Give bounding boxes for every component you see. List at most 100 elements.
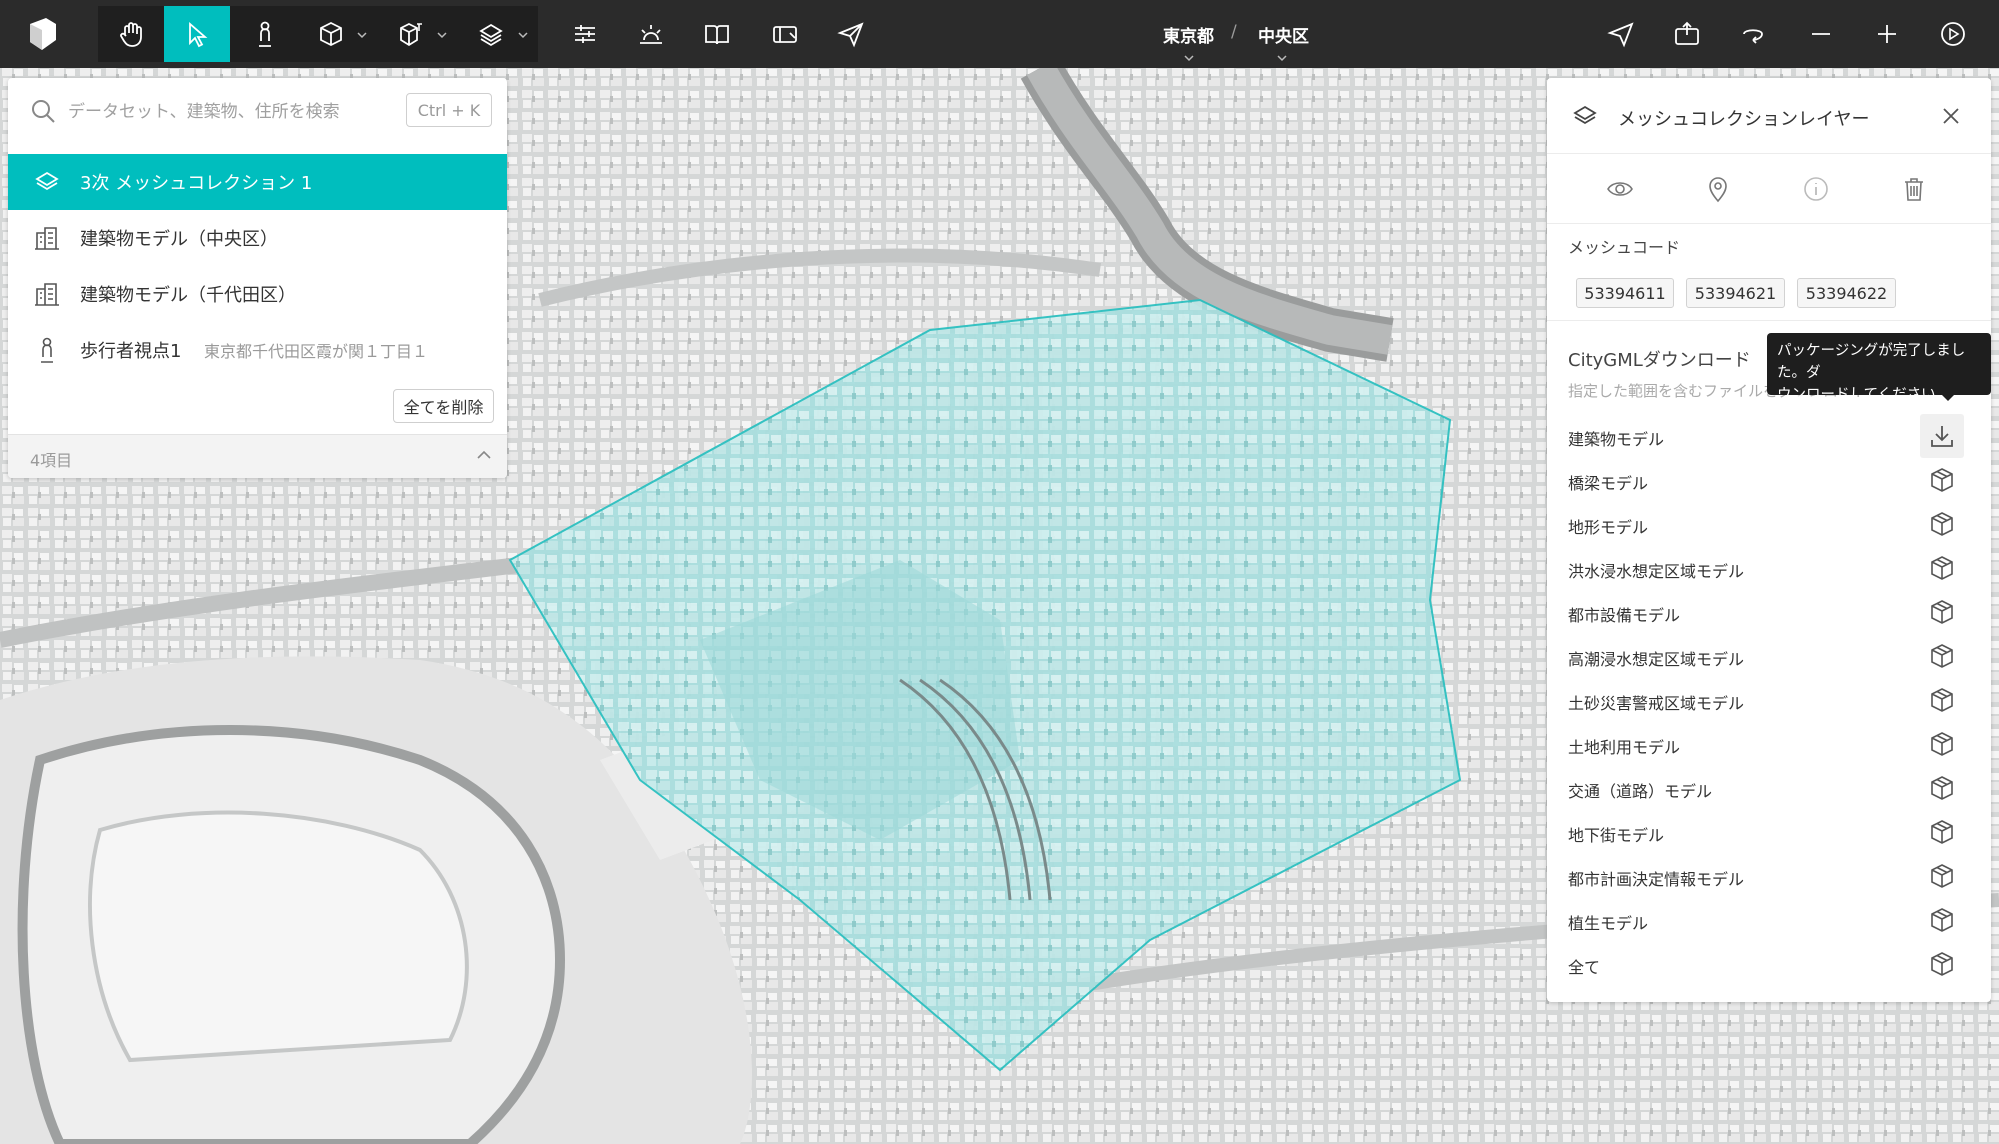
app-logo-icon[interactable] (22, 14, 62, 54)
storage-icon (773, 26, 797, 43)
storage-button[interactable] (752, 6, 818, 62)
package-button[interactable] (1920, 678, 1964, 722)
model-row-urban-planning: 都市計画決定情報モデル (1547, 854, 1991, 898)
model-row-all: 全て (1547, 942, 1991, 986)
layers-icon (1573, 105, 1597, 125)
breadcrumb-prefecture[interactable]: 東京都 (1163, 22, 1214, 47)
package-icon (1931, 556, 1953, 580)
info-icon[interactable] (1801, 174, 1831, 204)
model-label: 土地利用モデル (1568, 738, 1681, 757)
settings-icon (575, 25, 595, 43)
package-button[interactable] (1920, 634, 1964, 678)
location-pin-icon[interactable] (1703, 174, 1733, 204)
3d-tool-button[interactable] (378, 6, 444, 62)
layer-panel-header: メッシュコレクションレイヤー (1547, 78, 1991, 154)
dataset-item-label: 建築物モデル（千代田区） (80, 285, 296, 306)
package-icon (1931, 952, 1953, 976)
layers-icon (479, 23, 503, 47)
sun-icon (640, 25, 662, 44)
model-label: 地形モデル (1568, 518, 1649, 537)
package-button[interactable] (1920, 502, 1964, 546)
package-icon (1931, 820, 1953, 844)
dataset-item-label: 歩行者視点1 (80, 341, 182, 362)
divider (1547, 320, 1991, 321)
package-button[interactable] (1920, 590, 1964, 634)
clear-all-button[interactable]: 全てを削除 (393, 389, 494, 423)
play-button[interactable] (1920, 6, 1986, 62)
mesh-code-title: メッシュコード (1568, 238, 1681, 257)
chevron-down-icon[interactable] (1276, 54, 1288, 62)
book-button[interactable] (684, 6, 750, 62)
send-button[interactable] (818, 6, 884, 62)
package-icon (1931, 512, 1953, 536)
sun-button[interactable] (618, 6, 684, 62)
box-tool-button[interactable] (298, 6, 364, 62)
package-icon (1931, 644, 1953, 668)
layer-tool-button[interactable] (458, 6, 524, 62)
search-panel: Ctrl + K 3次 メッシュコレクション 1 建築物モデル（中央区） 建築物… (8, 78, 507, 478)
location-button[interactable] (1588, 6, 1654, 62)
rotate-button[interactable] (1720, 6, 1786, 62)
select-tool-button[interactable] (164, 6, 230, 62)
zoom-out-icon (1812, 33, 1830, 35)
eye-icon[interactable] (1605, 174, 1635, 204)
building-icon (35, 227, 59, 250)
export-button[interactable] (1654, 6, 1720, 62)
dataset-item-building-chiyoda[interactable]: 建築物モデル（千代田区） (8, 266, 507, 322)
dataset-item-building-chuo[interactable]: 建築物モデル（中央区） (8, 210, 507, 266)
package-icon (1931, 732, 1953, 756)
package-button[interactable] (1920, 810, 1964, 854)
chevron-up-icon[interactable] (476, 449, 492, 461)
location-icon (1607, 22, 1634, 48)
package-button[interactable] (1920, 722, 1964, 766)
package-button[interactable] (1920, 546, 1964, 590)
model-row-underground: 地下街モデル (1547, 810, 1991, 854)
breadcrumb-ward[interactable]: 中央区 (1258, 22, 1309, 47)
model-row-road: 交通（道路）モデル (1547, 766, 1991, 810)
model-row-flood: 洪水浸水想定区域モデル (1547, 546, 1991, 590)
tooltip-arrow (1940, 393, 1956, 401)
model-label: 橋梁モデル (1568, 474, 1649, 493)
dataset-item-mesh-collection[interactable]: 3次 メッシュコレクション 1 (8, 154, 507, 210)
package-button[interactable] (1920, 898, 1964, 942)
package-button[interactable] (1920, 766, 1964, 810)
model-label: 地下街モデル (1568, 826, 1665, 845)
model-row-building: 建築物モデル (1547, 414, 1991, 458)
model-label: 全て (1568, 958, 1601, 977)
layers-icon (35, 171, 59, 191)
package-button[interactable] (1920, 458, 1964, 502)
package-button[interactable] (1920, 942, 1964, 986)
zoom-out-button[interactable] (1788, 6, 1854, 62)
package-icon (1931, 864, 1953, 888)
chevron-down-icon[interactable] (1183, 54, 1195, 62)
model-label: 高潮浸水想定区域モデル (1568, 650, 1745, 669)
download-button[interactable] (1920, 414, 1964, 458)
close-icon[interactable] (1939, 104, 1963, 128)
breadcrumb-separator: / (1231, 22, 1237, 42)
search-input[interactable] (68, 96, 388, 128)
model-row-land-use: 土地利用モデル (1547, 722, 1991, 766)
model-label: 土砂災害警戒区域モデル (1568, 694, 1745, 713)
layer-actions (1547, 154, 1991, 224)
dataset-item-address: 東京都千代田区霞が関１丁目１ (204, 342, 429, 361)
chevron-down-icon[interactable] (437, 30, 447, 40)
search-icon (32, 100, 55, 123)
chevron-down-icon[interactable] (357, 30, 367, 40)
chevron-down-icon[interactable] (518, 30, 528, 40)
layer-panel: メッシュコレクションレイヤー メッシュコード 53394611 53394621… (1547, 78, 1991, 1002)
settings-button[interactable] (552, 6, 618, 62)
zoom-in-button[interactable] (1854, 6, 1920, 62)
dataset-item-label: 建築物モデル（中央区） (80, 229, 278, 250)
play-icon (1941, 22, 1965, 46)
package-icon (1931, 688, 1953, 712)
pedestrian-tool-button[interactable] (232, 6, 298, 62)
dataset-item-pedestrian-view[interactable]: 歩行者視点1 東京都千代田区霞が関１丁目１ (8, 322, 507, 378)
trash-icon[interactable] (1899, 174, 1929, 204)
3d-box-icon (400, 22, 422, 47)
model-label: 洪水浸水想定区域モデル (1568, 562, 1745, 581)
package-icon (1931, 776, 1953, 800)
package-button[interactable] (1920, 854, 1964, 898)
hand-tool-button[interactable] (98, 6, 164, 62)
send-icon (837, 22, 864, 48)
model-row-storm-surge: 高潮浸水想定区域モデル (1547, 634, 1991, 678)
